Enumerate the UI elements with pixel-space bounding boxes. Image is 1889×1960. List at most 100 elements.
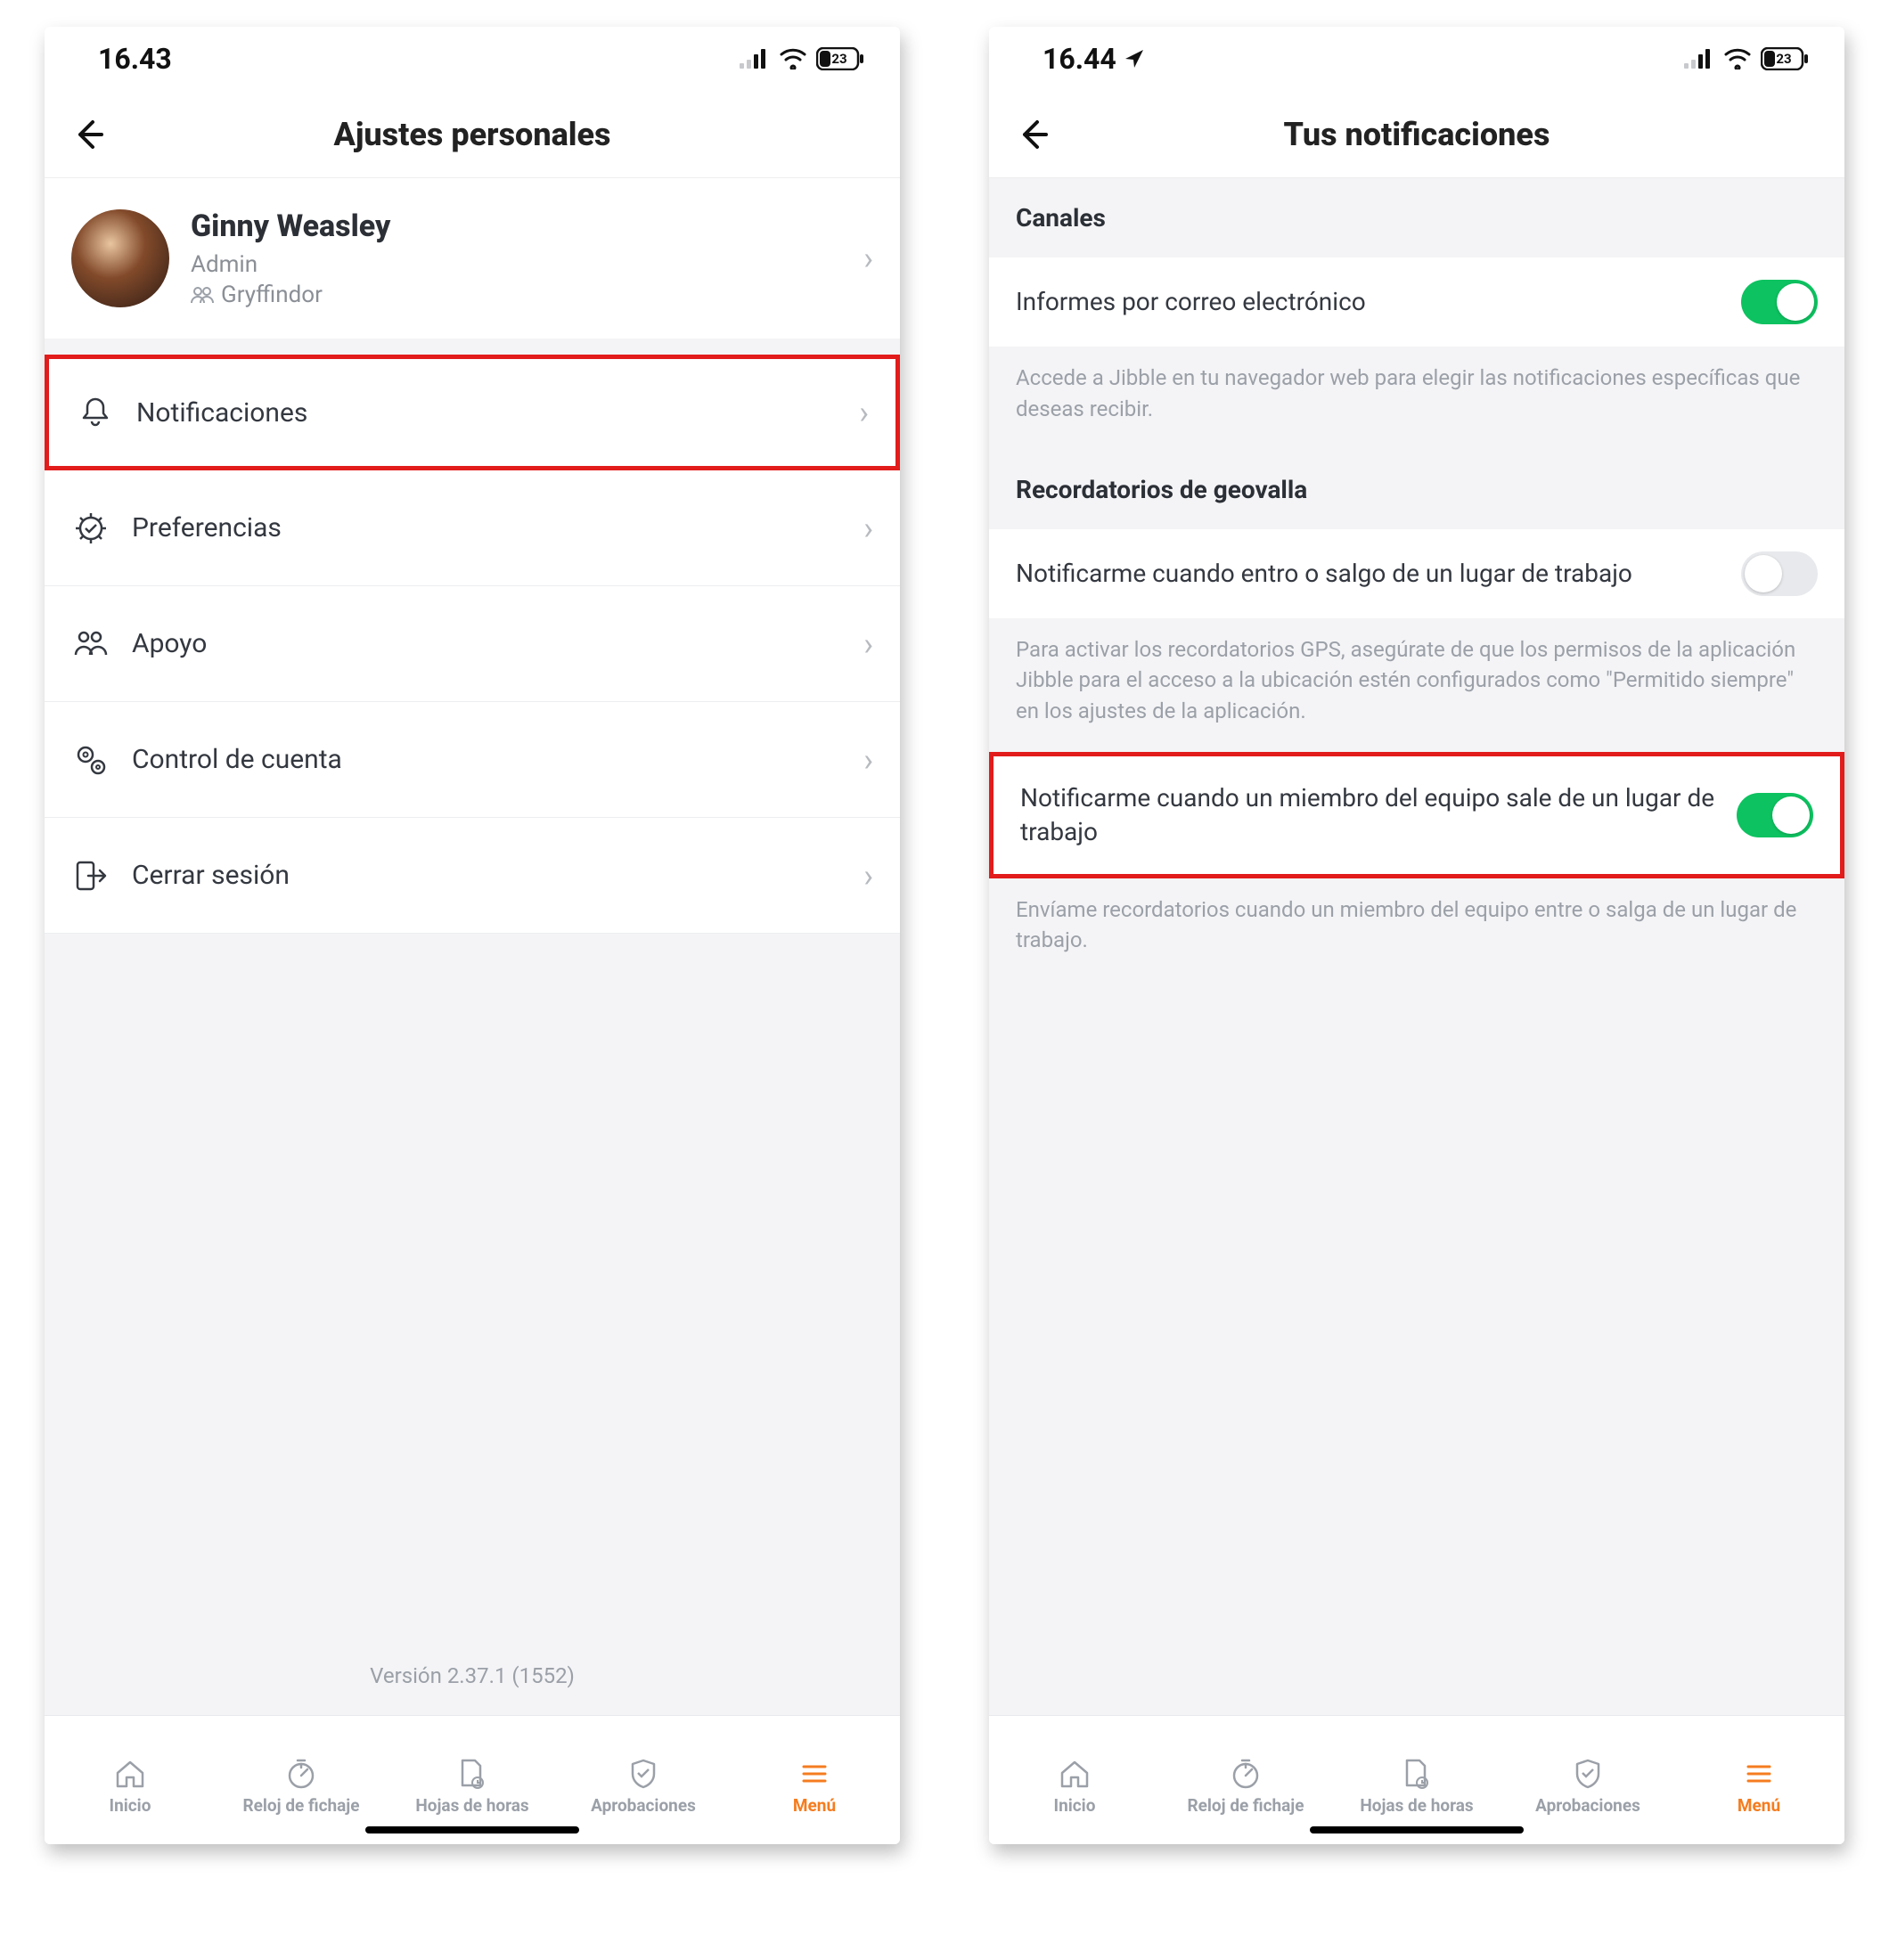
tab-label: Menú bbox=[793, 1795, 836, 1816]
chevron-right-icon: › bbox=[863, 510, 873, 547]
menu-label: Notificaciones bbox=[136, 397, 838, 429]
tab-label: Aprobaciones bbox=[1535, 1795, 1640, 1816]
profile-name: Ginny Weasley bbox=[191, 208, 842, 244]
tab-label: Reloj de fichaje bbox=[1187, 1795, 1304, 1816]
group-icon bbox=[191, 285, 214, 305]
header: Tus notificaciones bbox=[989, 91, 1844, 178]
tab-label: Inicio bbox=[1054, 1795, 1096, 1816]
tab-home[interactable]: Inicio bbox=[45, 1716, 216, 1844]
status-icons: 23 bbox=[1684, 47, 1809, 70]
tab-home[interactable]: Inicio bbox=[989, 1716, 1160, 1844]
phone-left: 16.43 23 Ajustes personales Ginny Weasle… bbox=[45, 27, 900, 1844]
version-text: Versión 2.37.1 (1552) bbox=[45, 1637, 900, 1715]
helper-text-geofence-team: Envíame recordatorios cuando un miembro … bbox=[989, 878, 1844, 982]
stopwatch-icon bbox=[1230, 1756, 1262, 1792]
menu-item-notifications[interactable]: Notificaciones › bbox=[45, 355, 900, 470]
status-time-text: 16.44 bbox=[1043, 42, 1116, 76]
profile-house-text: Gryffindor bbox=[221, 282, 323, 308]
tab-approvals[interactable]: Aprobaciones bbox=[558, 1716, 729, 1844]
status-bar: 16.43 23 bbox=[45, 27, 900, 91]
content-area: Ginny Weasley Admin Gryffindor › Notific… bbox=[45, 178, 900, 1715]
phone-right: 16.44 23 Tus notificaciones Canales Info… bbox=[989, 27, 1844, 1844]
toggle-geofence-self[interactable] bbox=[1741, 551, 1818, 596]
menu-label: Cerrar sesión bbox=[132, 860, 842, 891]
back-arrow-icon bbox=[1016, 117, 1051, 152]
back-button[interactable] bbox=[71, 117, 107, 152]
setting-geofence-self[interactable]: Notificarme cuando entro o salgo de un l… bbox=[989, 529, 1844, 618]
menu-item-logout[interactable]: Cerrar sesión › bbox=[45, 818, 900, 934]
status-bar: 16.44 23 bbox=[989, 27, 1844, 91]
profile-role: Admin bbox=[191, 251, 842, 278]
header: Ajustes personales bbox=[45, 91, 900, 178]
document-clock-icon bbox=[456, 1756, 488, 1792]
section-title-channels: Canales bbox=[989, 178, 1844, 257]
document-clock-icon bbox=[1401, 1756, 1433, 1792]
tab-label: Reloj de fichaje bbox=[242, 1795, 359, 1816]
setting-geofence-team[interactable]: Notificarme cuando un miembro del equipo… bbox=[989, 752, 1844, 878]
wifi-icon bbox=[779, 48, 807, 69]
menu-list: Notificaciones › Preferencias › Apoyo › bbox=[45, 355, 900, 934]
status-time: 16.43 bbox=[98, 42, 172, 76]
chevron-right-icon: › bbox=[863, 857, 873, 894]
home-indicator bbox=[365, 1826, 579, 1833]
tab-label: Menú bbox=[1738, 1795, 1780, 1816]
chevron-right-icon: › bbox=[863, 625, 873, 663]
svg-text:23: 23 bbox=[1776, 51, 1791, 67]
content-area: Canales Informes por correo electrónico … bbox=[989, 178, 1844, 1715]
tab-timesheets[interactable]: Hojas de horas bbox=[387, 1716, 558, 1844]
chevron-right-icon: › bbox=[863, 741, 873, 779]
back-button[interactable] bbox=[1016, 117, 1051, 152]
tab-approvals[interactable]: Aprobaciones bbox=[1502, 1716, 1673, 1844]
toggle-email-reports[interactable] bbox=[1741, 280, 1818, 324]
tab-label: Inicio bbox=[110, 1795, 151, 1816]
avatar bbox=[71, 209, 169, 307]
helper-text-geofence: Para activar los recordatorios GPS, aseg… bbox=[989, 618, 1844, 752]
logout-icon bbox=[71, 856, 110, 895]
tab-bar: Inicio Reloj de fichaje Hojas de horas A… bbox=[45, 1715, 900, 1844]
page-title: Tus notificaciones bbox=[989, 116, 1844, 153]
shield-check-icon bbox=[627, 1756, 659, 1792]
menu-icon bbox=[798, 1756, 830, 1792]
bell-icon bbox=[76, 393, 115, 432]
tab-label: Aprobaciones bbox=[591, 1795, 696, 1816]
page-title: Ajustes personales bbox=[45, 116, 900, 153]
menu-item-preferences[interactable]: Preferencias › bbox=[45, 470, 900, 586]
tab-bar: Inicio Reloj de fichaje Hojas de horas A… bbox=[989, 1715, 1844, 1844]
chevron-right-icon: › bbox=[859, 394, 869, 431]
profile-card[interactable]: Ginny Weasley Admin Gryffindor › bbox=[45, 178, 900, 339]
gear-check-icon bbox=[71, 509, 110, 548]
support-icon bbox=[71, 625, 110, 664]
setting-email-reports[interactable]: Informes por correo electrónico bbox=[989, 257, 1844, 347]
tab-clock[interactable]: Reloj de fichaje bbox=[216, 1716, 387, 1844]
menu-item-support[interactable]: Apoyo › bbox=[45, 586, 900, 702]
back-arrow-icon bbox=[71, 117, 107, 152]
cellular-icon bbox=[740, 49, 770, 69]
menu-label: Preferencias bbox=[132, 512, 842, 543]
tab-menu[interactable]: Menú bbox=[1673, 1716, 1844, 1844]
tab-label: Hojas de horas bbox=[415, 1795, 528, 1816]
tab-timesheets[interactable]: Hojas de horas bbox=[1331, 1716, 1502, 1844]
setting-label: Informes por correo electrónico bbox=[1016, 285, 1723, 319]
battery-icon: 23 bbox=[816, 47, 864, 70]
menu-item-account[interactable]: Control de cuenta › bbox=[45, 702, 900, 818]
status-icons: 23 bbox=[740, 47, 864, 70]
section-title-geofence: Recordatorios de geovalla bbox=[989, 450, 1844, 529]
profile-info: Ginny Weasley Admin Gryffindor bbox=[191, 208, 842, 308]
menu-icon bbox=[1743, 1756, 1775, 1792]
home-indicator bbox=[1310, 1826, 1524, 1833]
shield-check-icon bbox=[1572, 1756, 1604, 1792]
svg-text:23: 23 bbox=[831, 51, 846, 67]
tab-label: Hojas de horas bbox=[1360, 1795, 1473, 1816]
setting-label: Notificarme cuando entro o salgo de un l… bbox=[1016, 557, 1723, 591]
cellular-icon bbox=[1684, 49, 1714, 69]
status-time: 16.44 bbox=[1043, 42, 1145, 76]
tab-menu[interactable]: Menú bbox=[729, 1716, 900, 1844]
location-arrow-icon bbox=[1124, 48, 1145, 69]
battery-icon: 23 bbox=[1761, 47, 1809, 70]
gears-icon bbox=[71, 740, 110, 780]
helper-text-email: Accede a Jibble en tu navegador web para… bbox=[989, 347, 1844, 450]
wifi-icon bbox=[1723, 48, 1752, 69]
tab-clock[interactable]: Reloj de fichaje bbox=[1160, 1716, 1331, 1844]
toggle-geofence-team[interactable] bbox=[1737, 793, 1813, 837]
profile-house: Gryffindor bbox=[191, 282, 842, 308]
